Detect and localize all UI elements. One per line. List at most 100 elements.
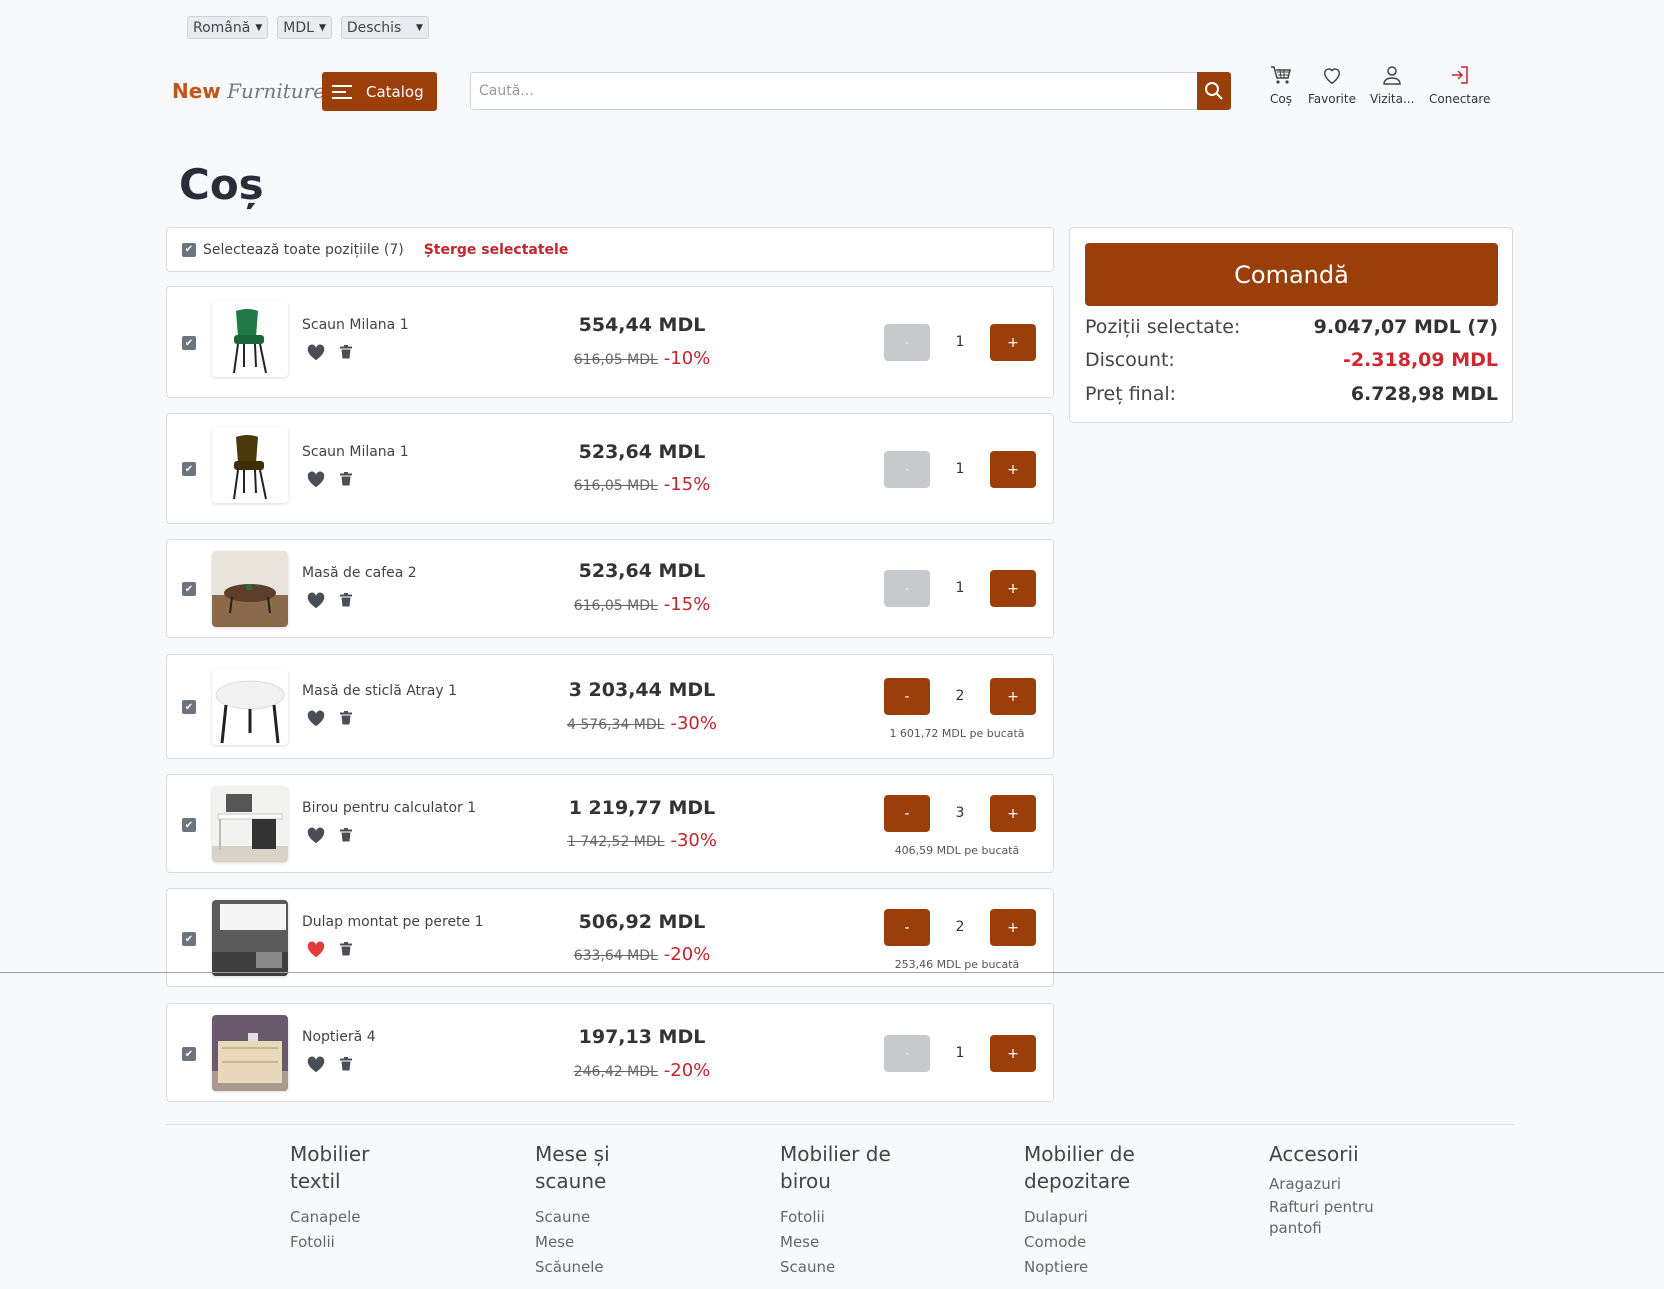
summary-discount-row: Discount: -2.318,09 MDL bbox=[1085, 349, 1498, 371]
select-all-bar: ✔ Selectează toate pozițiile (7) Șterge … bbox=[166, 227, 1054, 272]
footer-link[interactable]: Rafturi pentru pantofi bbox=[1269, 1197, 1389, 1239]
nav-favorites[interactable]: Favorite bbox=[1308, 64, 1356, 106]
summary-selected-row: Poziții selectate: 9.047,07 MDL (7) bbox=[1085, 316, 1498, 338]
item-old-price: 4 576,34 MDL bbox=[567, 717, 665, 733]
nav-login[interactable]: Conectare bbox=[1429, 64, 1490, 106]
item-name[interactable]: Dulap montat pe perete 1 bbox=[302, 914, 484, 930]
catalog-button[interactable]: Catalog bbox=[322, 72, 437, 111]
item-name[interactable]: Scaun Milana 1 bbox=[302, 444, 409, 460]
search-button[interactable] bbox=[1197, 72, 1231, 110]
nav-visitor[interactable]: Vizita... bbox=[1370, 64, 1414, 106]
site-logo[interactable]: New Furniture bbox=[172, 79, 325, 103]
trash-icon[interactable] bbox=[340, 711, 352, 725]
quantity-decrease-button[interactable]: - bbox=[884, 324, 930, 361]
heart-icon[interactable] bbox=[306, 1055, 326, 1073]
item-name[interactable]: Masă de sticlă Atray 1 bbox=[302, 683, 457, 699]
item-name[interactable]: Noptieră 4 bbox=[302, 1029, 376, 1045]
item-checkbox[interactable]: ✔ bbox=[182, 932, 196, 946]
product-image[interactable] bbox=[212, 900, 288, 976]
footer-link[interactable]: Canapele bbox=[290, 1205, 400, 1230]
product-image[interactable] bbox=[212, 551, 288, 627]
heart-icon[interactable] bbox=[306, 343, 326, 361]
language-select[interactable]: Română ▼ bbox=[187, 16, 269, 39]
item-name[interactable]: Birou pentru calculator 1 bbox=[302, 800, 476, 816]
quantity-increase-button[interactable]: + bbox=[990, 1035, 1036, 1072]
search-icon bbox=[1205, 82, 1223, 100]
footer-link[interactable]: Fotolii bbox=[780, 1205, 900, 1230]
item-quantity: 3 bbox=[955, 805, 965, 821]
item-name[interactable]: Masă de cafea 2 bbox=[302, 565, 417, 581]
product-image[interactable] bbox=[212, 786, 288, 862]
footer-link[interactable]: Scăunele bbox=[535, 1255, 625, 1280]
nav-cart[interactable]: Coș bbox=[1270, 64, 1292, 106]
footer-link[interactable]: Mese bbox=[535, 1230, 625, 1255]
quantity-increase-button[interactable]: + bbox=[990, 795, 1036, 832]
heart-icon[interactable] bbox=[306, 826, 326, 844]
quantity-increase-button[interactable]: + bbox=[990, 451, 1036, 488]
chevron-down-icon: ▼ bbox=[415, 22, 423, 33]
item-checkbox[interactable]: ✔ bbox=[182, 818, 196, 832]
trash-icon[interactable] bbox=[340, 1057, 352, 1071]
item-price: 506,92 MDL bbox=[578, 911, 706, 933]
footer-link[interactable]: Mese bbox=[780, 1230, 900, 1255]
product-image[interactable] bbox=[212, 301, 288, 377]
item-checkbox[interactable]: ✔ bbox=[182, 1047, 196, 1061]
heart-icon[interactable] bbox=[306, 709, 326, 727]
footer-link[interactable]: Fotolii bbox=[290, 1230, 400, 1255]
item-checkbox[interactable]: ✔ bbox=[182, 462, 196, 476]
item-discount: -20% bbox=[663, 944, 711, 965]
product-image[interactable] bbox=[212, 1015, 288, 1091]
trash-icon[interactable] bbox=[340, 345, 352, 359]
quantity-increase-button[interactable]: + bbox=[990, 570, 1036, 607]
item-discount: -15% bbox=[663, 474, 711, 495]
quantity-decrease-button[interactable]: - bbox=[884, 570, 930, 607]
item-checkbox[interactable]: ✔ bbox=[182, 582, 196, 596]
theme-select[interactable]: Deschis ▼ bbox=[340, 16, 429, 39]
page-title: Coș bbox=[179, 160, 264, 209]
item-checkbox[interactable]: ✔ bbox=[182, 336, 196, 350]
delete-selected-link[interactable]: Șterge selectatele bbox=[424, 242, 569, 258]
summary-final-row: Preț final: 6.728,98 MDL bbox=[1085, 383, 1498, 405]
trash-icon[interactable] bbox=[340, 942, 352, 956]
item-quantity: 2 bbox=[955, 919, 965, 935]
cart-item: ✔ Noptieră 4 197,13 MDL 246,42 MDL -20% -… bbox=[166, 1003, 1054, 1102]
footer-divider bbox=[166, 1124, 1514, 1125]
summary-final-label: Preț final: bbox=[1085, 383, 1177, 405]
footer-link[interactable]: Comode bbox=[1024, 1230, 1164, 1255]
quantity-decrease-button[interactable]: - bbox=[884, 451, 930, 488]
footer-link[interactable]: Scaune bbox=[780, 1255, 900, 1280]
heart-icon[interactable] bbox=[306, 591, 326, 609]
order-button[interactable]: Comandă bbox=[1085, 243, 1498, 306]
item-name[interactable]: Scaun Milana 1 bbox=[302, 317, 409, 333]
heart-icon[interactable] bbox=[306, 940, 326, 958]
item-discount: -10% bbox=[663, 348, 711, 369]
currency-select[interactable]: MDL ▼ bbox=[277, 16, 332, 39]
item-old-price: 616,05 MDL bbox=[573, 352, 658, 368]
trash-icon[interactable] bbox=[340, 828, 352, 842]
quantity-decrease-button[interactable]: - bbox=[884, 909, 930, 946]
item-checkbox[interactable]: ✔ bbox=[182, 700, 196, 714]
quantity-increase-button[interactable]: + bbox=[990, 324, 1036, 361]
heart-icon[interactable] bbox=[306, 470, 326, 488]
footer-column-title: Mobilier de birou bbox=[780, 1142, 891, 1193]
quantity-decrease-button[interactable]: - bbox=[884, 678, 930, 715]
select-all-checkbox[interactable]: ✔ bbox=[182, 242, 196, 257]
search-input[interactable] bbox=[471, 73, 1161, 109]
product-image[interactable] bbox=[212, 669, 288, 745]
trash-icon[interactable] bbox=[340, 472, 352, 486]
footer-link[interactable]: Aragazuri bbox=[1269, 1172, 1389, 1197]
trash-icon[interactable] bbox=[340, 593, 352, 607]
heart-outline-icon bbox=[1323, 68, 1341, 85]
footer-link[interactable]: Scaune bbox=[535, 1205, 625, 1230]
quantity-decrease-button[interactable]: - bbox=[884, 1035, 930, 1072]
quantity-increase-button[interactable]: + bbox=[990, 678, 1036, 715]
item-price: 3 203,44 MDL bbox=[568, 679, 716, 701]
quantity-decrease-button[interactable]: - bbox=[884, 795, 930, 832]
quantity-increase-button[interactable]: + bbox=[990, 909, 1036, 946]
footer-link[interactable]: Dulapuri bbox=[1024, 1205, 1164, 1230]
product-image[interactable] bbox=[212, 427, 288, 503]
footer-link[interactable]: Noptiere bbox=[1024, 1255, 1164, 1280]
item-old-price: 616,05 MDL bbox=[573, 478, 658, 494]
footer-column: Mese și scaune Scaune Mese Scăunele bbox=[535, 1141, 625, 1280]
item-quantity: 1 bbox=[955, 580, 965, 596]
